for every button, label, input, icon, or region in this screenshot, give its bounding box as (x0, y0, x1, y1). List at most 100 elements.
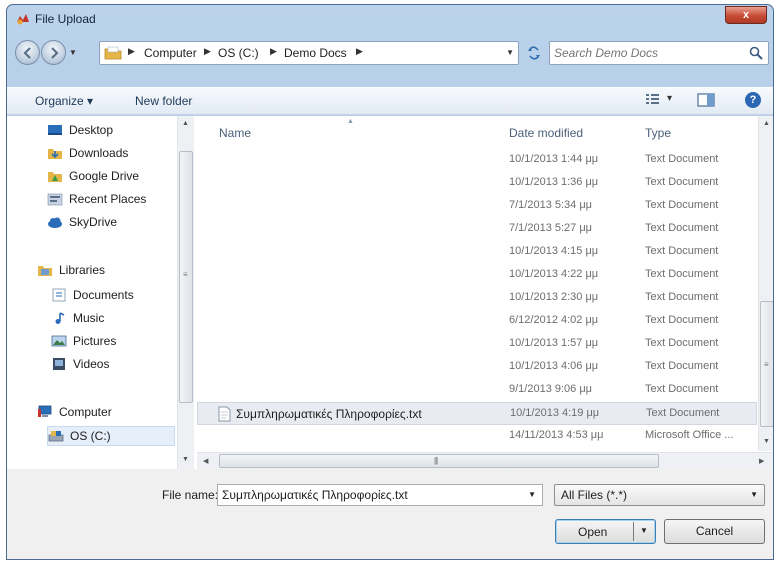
nav-item-computer[interactable]: Computer (37, 403, 167, 423)
column-header-name[interactable]: Name (219, 126, 251, 140)
scroll-right-arrow[interactable]: ▶ (759, 457, 764, 465)
nav-label: Google Drive (69, 169, 140, 183)
new-folder-button[interactable]: New folder (135, 94, 192, 108)
file-name-label: File name: (162, 488, 219, 502)
forward-button[interactable] (41, 40, 66, 65)
grip-icon: ||| (434, 456, 438, 465)
breadcrumb-separator[interactable]: ▶ (204, 46, 211, 57)
search-input[interactable] (554, 45, 734, 61)
scroll-down-arrow[interactable]: ▼ (182, 456, 189, 463)
nav-item-libraries[interactable]: Libraries (37, 261, 167, 281)
file-row[interactable]: 10/1/2013 1:57 μμ Text Document (197, 333, 757, 356)
file-row[interactable]: 14/11/2013 4:53 μμ Microsoft Office ... (197, 425, 757, 448)
file-type-filter-value: All Files (*.*) (561, 488, 628, 502)
file-date-cell: 10/1/2013 1:36 μμ (509, 176, 599, 188)
file-row[interactable]: Συμπληρωματικές Πληροφορίες.txt 10/1/2013… (197, 402, 757, 425)
open-options-dropdown[interactable]: ▼ (640, 526, 648, 535)
open-button[interactable]: Open ▼ (555, 519, 656, 544)
file-date-cell: 10/1/2013 4:15 μμ (509, 245, 599, 257)
nav-pane-scrollbar[interactable]: ▲ ≡ ▼ (177, 116, 194, 469)
nav-label: Desktop (69, 123, 114, 137)
nav-item-documents[interactable]: Documents (51, 286, 171, 306)
file-type-cell: Text Document (645, 199, 719, 211)
refresh-icon (528, 46, 540, 60)
close-button[interactable]: x (725, 6, 767, 24)
nav-item-os-c[interactable]: OS (C:) (47, 426, 175, 446)
file-date-cell: 10/1/2013 4:06 μμ (509, 360, 599, 372)
nav-pane-scroll-thumb[interactable]: ≡ (179, 151, 193, 403)
recent-pages-dropdown[interactable]: ▼ (69, 48, 77, 57)
nav-item-desktop[interactable]: Desktop (47, 121, 167, 141)
nav-item-music[interactable]: Music (51, 309, 171, 329)
drive-icon (48, 431, 64, 442)
google-drive-icon (48, 172, 62, 182)
videos-icon (53, 358, 65, 370)
scroll-left-arrow[interactable]: ◀ (203, 457, 208, 465)
nav-item-pictures[interactable]: Pictures (51, 332, 171, 352)
file-row[interactable]: 10/1/2013 1:44 μμ Text Document (197, 149, 757, 172)
nav-item-google-drive[interactable]: Google Drive (47, 167, 167, 187)
open-split-divider (633, 522, 634, 541)
history-buttons: ▼ (15, 40, 99, 65)
dialog-footer: File name: ▼ All Files (*.*) ▼ Open ▼ Ca… (7, 469, 773, 559)
file-type-filter[interactable]: All Files (*.*) ▼ (554, 484, 765, 506)
file-name-dropdown-arrow[interactable]: ▼ (528, 490, 536, 499)
nav-label: Libraries (59, 263, 106, 277)
view-options-button[interactable]: ▾ (645, 92, 672, 109)
file-list-vertical-scrollbar[interactable]: ▲ ≡ ▼ (758, 116, 773, 451)
file-row[interactable]: 10/1/2013 4:15 μμ Text Document (197, 241, 757, 264)
nav-label: Pictures (73, 334, 117, 348)
view-list-icon (646, 94, 659, 104)
preview-pane-icon[interactable] (697, 92, 715, 108)
nav-item-skydrive[interactable]: SkyDrive (47, 213, 167, 233)
scroll-up-arrow[interactable]: ▲ (182, 120, 189, 127)
breadcrumb-separator[interactable]: ▶ (270, 46, 277, 57)
nav-item-videos[interactable]: Videos (51, 355, 171, 375)
file-list-horizontal-thumb[interactable]: ||| (219, 454, 659, 468)
app-icon (17, 14, 29, 25)
nav-label: Recent Places (69, 192, 147, 206)
breadcrumb-separator[interactable]: ▶ (356, 46, 363, 57)
file-row[interactable]: 7/1/2013 5:34 μμ Text Document (197, 195, 757, 218)
breadcrumb-os-c[interactable]: OS (C:) (218, 46, 259, 60)
file-name-combobox[interactable]: ▼ (217, 484, 543, 506)
organize-button[interactable]: Organize ▾ (35, 94, 93, 108)
pictures-icon (51, 335, 67, 347)
column-header-date[interactable]: Date modified (509, 126, 583, 140)
search-box[interactable] (549, 41, 769, 65)
back-button[interactable] (15, 40, 40, 65)
file-row[interactable]: 10/1/2013 4:22 μμ Text Document (197, 264, 757, 287)
help-button[interactable]: ? (745, 92, 761, 108)
view-dropdown-arrow[interactable]: ▾ (667, 93, 672, 104)
file-type-dropdown-arrow[interactable]: ▼ (750, 490, 758, 499)
file-row[interactable]: 10/1/2013 2:30 μμ Text Document (197, 287, 757, 310)
file-row[interactable]: 9/1/2013 9:06 μμ Text Document (197, 379, 757, 402)
file-type-cell: Text Document (645, 337, 719, 349)
file-type-cell: Text Document (645, 291, 719, 303)
breadcrumb-demo-docs[interactable]: Demo Docs (284, 46, 347, 60)
content-area: Desktop Downloads Google Drive Recent Pl… (7, 116, 773, 469)
file-list-vertical-thumb[interactable]: ≡ (760, 301, 773, 427)
cancel-button[interactable]: Cancel (664, 519, 765, 544)
file-date-cell: 14/11/2013 4:53 μμ (509, 429, 604, 441)
column-header-type[interactable]: Type (645, 126, 671, 140)
address-dropdown[interactable]: ▼ (506, 48, 514, 57)
refresh-button[interactable] (523, 41, 545, 65)
file-row[interactable]: 10/1/2013 4:06 μμ Text Document (197, 356, 757, 379)
scroll-down-arrow[interactable]: ▼ (763, 438, 770, 445)
file-date-cell: 7/1/2013 5:27 μμ (509, 222, 593, 234)
file-row[interactable]: 7/1/2013 5:27 μμ Text Document (197, 218, 757, 241)
file-list-horizontal-scrollbar[interactable]: ◀ ||| ▶ (197, 452, 773, 469)
file-row[interactable]: 10/1/2013 1:36 μμ Text Document (197, 172, 757, 195)
file-row[interactable]: 6/12/2012 4:02 μμ Text Document (197, 310, 757, 333)
nav-label: SkyDrive (69, 215, 118, 229)
music-icon (55, 312, 65, 324)
file-name-input[interactable] (222, 487, 522, 503)
breadcrumb-computer[interactable]: Computer (144, 46, 197, 60)
nav-item-downloads[interactable]: Downloads (47, 144, 167, 164)
nav-item-recent-places[interactable]: Recent Places (47, 190, 167, 210)
back-arrow-icon (23, 47, 31, 59)
title-bar: File Upload x (7, 5, 773, 33)
address-bar[interactable]: ▶ Computer ▶ OS (C:) ▶ Demo Docs ▶ ▼ (99, 41, 519, 65)
scroll-up-arrow[interactable]: ▲ (763, 120, 770, 127)
